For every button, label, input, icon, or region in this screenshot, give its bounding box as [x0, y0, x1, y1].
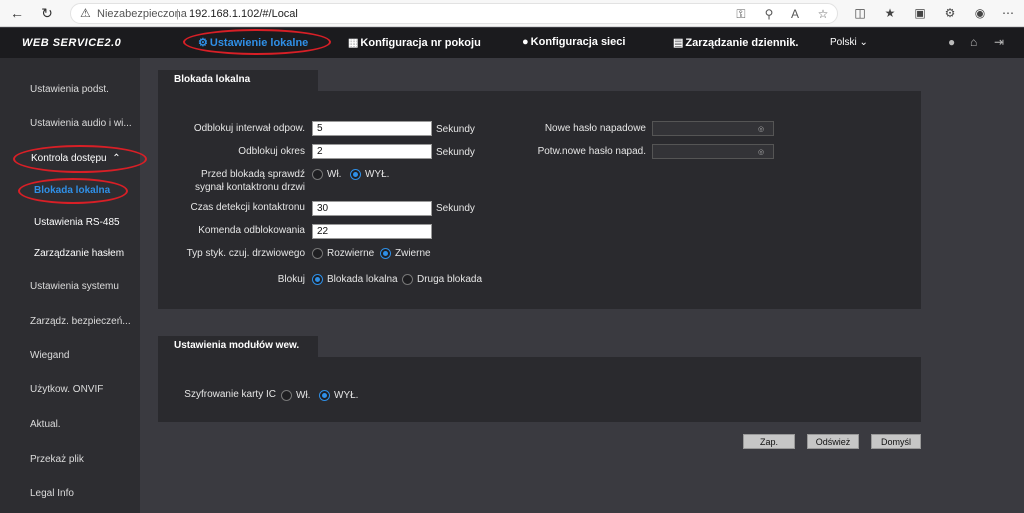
contact-nc-label: Rozwierne — [327, 248, 375, 259]
unlock-interval-unit: Sekundy — [436, 124, 475, 135]
detection-time-unit: Sekundy — [436, 203, 475, 214]
duress-password-input[interactable] — [652, 121, 774, 136]
unlock-period-label: Odblokuj okres — [238, 146, 305, 157]
app-logo: WEB SERVICE2.0 — [22, 37, 122, 49]
home-icon[interactable]: ⌂ — [970, 35, 977, 49]
ic-encryption-label: Szyfrowanie karty IC — [184, 389, 276, 400]
save-button[interactable]: Zap. — [743, 434, 795, 449]
contact-no-label: Zwierne — [395, 248, 431, 259]
key-icon[interactable]: ⚿ — [733, 6, 749, 22]
highlight-ring-local-lock — [18, 178, 128, 204]
door-contact-type-label: Typ styk. czuj. drzwiowego — [186, 248, 305, 259]
favorite-star-icon[interactable]: ☆ — [815, 6, 831, 22]
unlock-command-label: Komenda odblokowania — [198, 225, 305, 236]
unlock-interval-input[interactable] — [312, 121, 432, 136]
sidebar-item-onvif-user[interactable]: Użytkow. ONVIF — [30, 384, 103, 395]
check-contact-off-radio[interactable] — [350, 169, 361, 180]
url-text[interactable]: 192.168.1.102/#/Local — [189, 8, 298, 20]
detection-time-input[interactable] — [312, 201, 432, 216]
address-bar[interactable]: ⚠ Niezabezpieczona | 192.168.1.102/#/Loc… — [70, 3, 838, 24]
contact-no-radio[interactable] — [380, 248, 391, 259]
check-contact-label: Przed blokadą sprawdź sygnał kontaktronu… — [194, 169, 305, 193]
sidebar-item-audio-video[interactable]: Ustawienia audio i wi... — [30, 118, 132, 129]
duress-password-label: Nowe hasło napadowe — [544, 123, 646, 134]
ic-encryption-on-label: Wł. — [296, 390, 311, 401]
language-select[interactable]: Polski ⌄ — [830, 37, 868, 48]
split-screen-icon[interactable]: ◫ — [852, 5, 868, 21]
sidebar-item-wiegand[interactable]: Wiegand — [30, 350, 69, 361]
favorites-icon[interactable]: ★ — [882, 5, 898, 21]
sidebar-item-password-mgmt[interactable]: Zarządzanie hasłem — [34, 248, 124, 259]
menu-room-config[interactable]: ▦ Konfiguracja nr pokoju — [348, 36, 481, 49]
app-header: WEB SERVICE2.0 ⚙ Ustawienie lokalne ▦ Konf… — [0, 28, 1024, 58]
insecure-label: Niezabezpieczona — [97, 8, 187, 20]
warning-icon: ⚠ — [80, 6, 91, 20]
ic-encryption-off-radio[interactable] — [319, 390, 330, 401]
sidebar-item-rs485[interactable]: Ustawienia RS-485 — [34, 217, 120, 228]
menu-log-management[interactable]: ▤ Zarządzanie dziennik. — [673, 36, 799, 49]
sidebar-item-basic-settings[interactable]: Ustawienia podst. — [30, 84, 109, 95]
sidebar-item-system-settings[interactable]: Ustawienia systemu — [30, 281, 119, 292]
sidebar-item-file-transfer[interactable]: Przekaż plik — [30, 454, 84, 465]
lock-select-label: Blokuj — [277, 274, 305, 285]
unlock-period-input[interactable] — [312, 144, 432, 159]
refresh-button[interactable]: Odśwież — [807, 434, 859, 449]
second-lock-option-label: Druga blokada — [417, 274, 483, 285]
menu-network-config[interactable]: ● Konfiguracja sieci — [522, 36, 625, 48]
log-icon: ▤ — [673, 37, 684, 49]
highlight-ring-access-control — [13, 145, 147, 173]
check-contact-off-label: WYŁ. — [365, 169, 390, 180]
ic-encryption-off-label: WYŁ. — [334, 390, 359, 401]
more-menu-icon[interactable]: ⋯ — [1000, 5, 1016, 21]
collections-icon[interactable]: ▣ — [912, 5, 928, 21]
back-arrow-icon[interactable]: ← — [8, 4, 26, 22]
extension-icon[interactable]: ⚙ — [942, 5, 958, 21]
building-icon: ▦ — [348, 37, 359, 49]
browser-toolbar: ← ↻ ⚠ Niezabezpieczona | 192.168.1.102/#… — [0, 0, 1024, 27]
sidebar-item-security[interactable]: Zarządz. bezpieczeń... — [30, 316, 131, 327]
default-button[interactable]: Domyśl — [871, 434, 921, 449]
read-aloud-icon[interactable]: A — [787, 6, 803, 22]
tab-module-settings: Ustawienia modułów wew. — [158, 336, 318, 357]
unlock-interval-label: Odblokuj interwał odpow. — [193, 123, 305, 134]
confirm-duress-password-input[interactable] — [652, 144, 774, 159]
tab-local-lock: Blokada lokalna — [158, 70, 318, 91]
logout-icon[interactable]: ⇥ — [994, 35, 1004, 49]
zoom-icon[interactable]: ⚲ — [761, 6, 777, 22]
ic-encryption-on-radio[interactable] — [281, 390, 292, 401]
local-lock-radio[interactable] — [312, 274, 323, 285]
eye-icon[interactable]: ◎ — [758, 125, 764, 133]
confirm-duress-password-label: Potw.nowe hasło napad. — [537, 146, 646, 157]
second-lock-radio[interactable] — [402, 274, 413, 285]
highlight-ring-menu — [183, 29, 331, 55]
chevron-down-icon: ⌄ — [859, 37, 868, 48]
local-lock-option-label: Blokada lokalna — [327, 274, 398, 285]
sidebar-item-legal-info[interactable]: Legal Info — [30, 488, 74, 499]
contact-nc-radio[interactable] — [312, 248, 323, 259]
check-contact-on-label: Wł. — [327, 169, 342, 180]
address-separator: | — [176, 8, 179, 20]
detection-time-label: Czas detekcji kontaktronu — [190, 202, 305, 213]
unlock-command-input[interactable] — [312, 224, 432, 239]
edge-profile-icon[interactable]: ◉ — [972, 5, 988, 21]
reload-icon[interactable]: ↻ — [38, 4, 56, 22]
eye-icon[interactable]: ◎ — [758, 148, 764, 156]
check-contact-on-radio[interactable] — [312, 169, 323, 180]
unlock-period-unit: Sekundy — [436, 147, 475, 158]
globe-icon: ● — [522, 36, 529, 48]
user-icon[interactable]: ● — [948, 35, 955, 49]
sidebar-item-update[interactable]: Aktual. — [30, 419, 61, 430]
